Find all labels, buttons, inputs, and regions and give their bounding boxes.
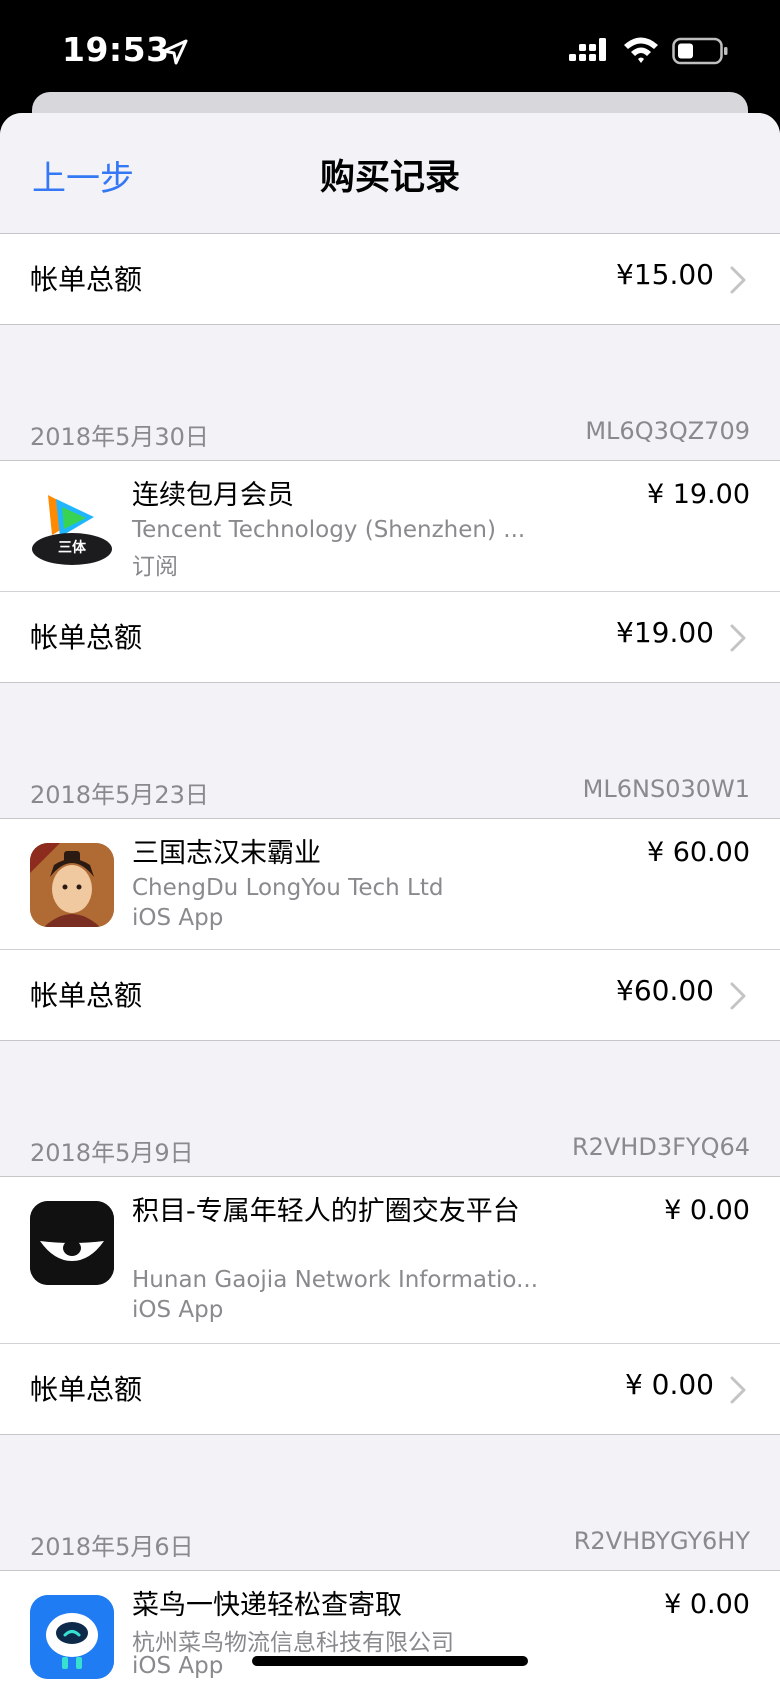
navigation-bar: 上一步 购买记录 xyxy=(0,113,780,229)
cellular-signal-icon xyxy=(569,38,606,61)
jimu-app-icon xyxy=(30,1201,114,1285)
item-price: ¥ 19.00 xyxy=(646,479,750,510)
purchase-list: 帐单总额 ¥15.00 2018年5月30日 ML6Q3QZ709 三体 连续包… xyxy=(0,233,780,1688)
item-name: 积目-专属年轻人的扩圈交友平台 xyxy=(132,1196,520,1227)
section-header: 2018年5月9日 R2VHD3FYQ64 xyxy=(0,1131,780,1176)
wifi-icon xyxy=(624,37,658,63)
purchase-date: 2018年5月30日 xyxy=(30,423,209,451)
bill-total-label: 帐单总额 xyxy=(30,621,143,654)
status-time: 19:53 xyxy=(62,30,170,69)
purchase-history-sheet: 上一步 购买记录 帐单总额 ¥15.00 2018年5月30日 ML6Q3QZ7… xyxy=(0,113,780,1688)
item-type: iOS App xyxy=(132,1297,224,1323)
item-type: 订阅 xyxy=(132,554,178,580)
bill-total-row[interactable]: 帐单总额 ¥60.00 xyxy=(0,950,780,1040)
item-type: iOS App xyxy=(132,1653,224,1679)
purchase-item-row[interactable]: 三体 连续包月会员 ¥ 19.00 Tencent Technology (Sh… xyxy=(0,461,780,591)
item-developer: 杭州菜鸟物流信息科技有限公司 xyxy=(132,1630,454,1656)
purchase-date: 2018年5月9日 xyxy=(30,1139,194,1167)
order-id: R2VHBYGY6HY xyxy=(573,1527,750,1555)
section-header: 2018年5月30日 ML6Q3QZ709 xyxy=(0,415,780,460)
home-indicator[interactable] xyxy=(252,1656,528,1666)
bill-total-amount: ¥15.00 xyxy=(616,258,714,291)
item-developer: Hunan Gaojia Network Informatio... xyxy=(132,1267,539,1293)
item-developer: Tencent Technology (Shenzhen) ... xyxy=(132,517,526,543)
section-header: 2018年5月23日 ML6NS030W1 xyxy=(0,773,780,818)
order-id: R2VHD3FYQ64 xyxy=(571,1133,750,1161)
chevron-right-icon xyxy=(730,266,746,294)
bill-total-row[interactable]: 帐单总额 ¥15.00 xyxy=(0,234,780,324)
bill-total-amount: ¥19.00 xyxy=(616,616,714,649)
bill-total-label: 帐单总额 xyxy=(30,1373,143,1406)
item-name: 三国志汉末霸业 xyxy=(132,838,321,869)
bill-total-amount: ¥ 0.00 xyxy=(624,1368,714,1401)
page-title: 购买记录 xyxy=(319,158,460,198)
battery-icon xyxy=(672,37,728,65)
item-price: ¥ 0.00 xyxy=(664,1195,750,1226)
item-name: 连续包月会员 xyxy=(132,480,294,511)
cainiao-app-icon xyxy=(30,1595,114,1679)
app-icon-label: 三体 xyxy=(58,540,86,556)
chevron-right-icon xyxy=(730,982,746,1010)
location-arrow-icon xyxy=(162,39,188,65)
bill-total-row[interactable]: 帐单总额 ¥19.00 xyxy=(0,592,780,682)
order-id: ML6Q3QZ709 xyxy=(585,417,750,445)
bill-total-amount: ¥60.00 xyxy=(616,974,714,1007)
purchase-item-row[interactable]: 三国志汉末霸业 ¥ 60.00 ChengDu LongYou Tech Ltd… xyxy=(0,819,780,949)
item-price: ¥ 60.00 xyxy=(646,837,750,868)
order-id: ML6NS030W1 xyxy=(582,775,750,803)
item-developer: ChengDu LongYou Tech Ltd xyxy=(132,875,444,901)
purchase-date: 2018年5月6日 xyxy=(30,1533,194,1561)
item-type: iOS App xyxy=(132,905,224,931)
purchase-date: 2018年5月23日 xyxy=(30,781,209,809)
item-price: ¥ 0.00 xyxy=(664,1589,750,1620)
item-name: 菜鸟一快递轻松查寄取 xyxy=(132,1590,402,1621)
tencent-video-three-body-icon: 三体 xyxy=(30,485,114,569)
sanguozhi-game-icon xyxy=(30,843,114,927)
bill-total-label: 帐单总额 xyxy=(30,979,143,1012)
bill-total-label: 帐单总额 xyxy=(30,263,143,296)
purchase-item-row[interactable]: 菜鸟一快递轻松查寄取 ¥ 0.00 杭州菜鸟物流信息科技有限公司 iOS App xyxy=(0,1571,780,1688)
section-header: 2018年5月6日 R2VHBYGY6HY xyxy=(0,1525,780,1570)
purchase-item-row[interactable]: 积目-专属年轻人的扩圈交友平台 ¥ 0.00 Hunan Gaojia Netw… xyxy=(0,1177,780,1343)
status-bar: 19:53 xyxy=(0,0,780,100)
chevron-right-icon xyxy=(730,624,746,652)
chevron-right-icon xyxy=(730,1376,746,1404)
bill-total-row[interactable]: 帐单总额 ¥ 0.00 xyxy=(0,1344,780,1434)
